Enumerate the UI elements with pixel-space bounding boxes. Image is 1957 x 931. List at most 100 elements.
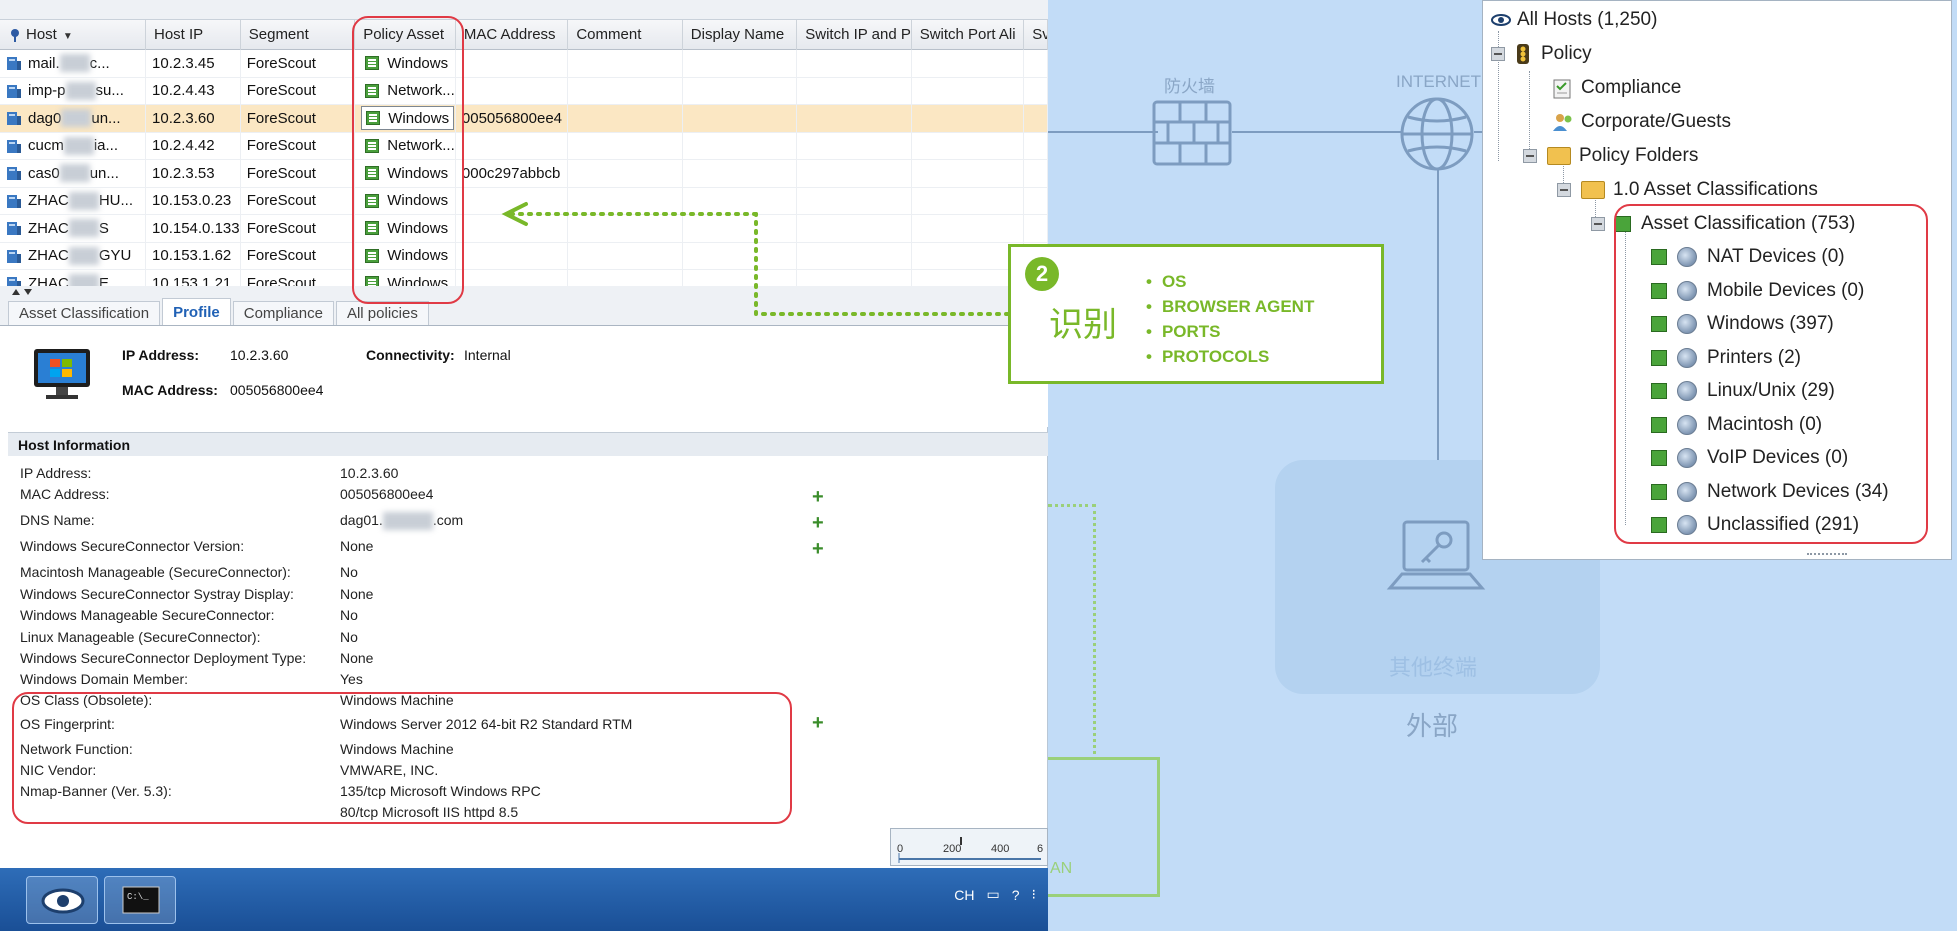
table-row[interactable]: imp-p su... 10.2.4.43 ForeScout Network... xyxy=(0,77,1048,105)
add-dns-icon[interactable]: + xyxy=(812,513,824,533)
column-mac-address[interactable]: MAC Address xyxy=(456,20,569,50)
column-display-name[interactable]: Display Name xyxy=(683,20,798,50)
switch-ip-cell[interactable] xyxy=(797,105,912,132)
taskbar-counteract-button[interactable] xyxy=(26,876,98,924)
tree-asset-classifications-folder[interactable]: 1.0 Asset Classifications xyxy=(1557,179,1818,201)
column-comment[interactable]: Comment xyxy=(568,20,683,50)
segment-cell[interactable]: ForeScout xyxy=(241,50,356,77)
display-name-cell[interactable] xyxy=(683,77,798,104)
help-icon[interactable]: ? xyxy=(1012,887,1020,903)
display-name-cell[interactable] xyxy=(683,160,798,187)
policy-asset-cell[interactable]: Windows xyxy=(355,187,456,214)
host-ip-cell[interactable]: 10.153.0.23 xyxy=(146,187,241,214)
table-row[interactable]: mail. c... 10.2.3.45 ForeScout Windows xyxy=(0,50,1048,78)
keyboard-icon[interactable]: ▭ xyxy=(987,886,1000,903)
mac-cell[interactable]: 005056800ee4 xyxy=(456,105,569,132)
collapse-toggle-icon[interactable] xyxy=(1591,217,1605,231)
policy-asset-cell[interactable]: Network... xyxy=(355,77,456,104)
column-host[interactable]: Host ▼ xyxy=(0,20,146,50)
host-cell[interactable]: ZHAC GYU xyxy=(0,242,147,269)
sv-cell[interactable] xyxy=(1024,215,1048,242)
policy-asset-cell[interactable]: Windows xyxy=(355,270,456,286)
collapse-toggle-icon[interactable] xyxy=(1491,47,1505,61)
tab-all-policies[interactable]: All policies xyxy=(335,301,429,325)
collapse-toggle-icon[interactable] xyxy=(1557,183,1571,197)
collapse-arrows-icon[interactable] xyxy=(10,287,34,297)
sv-cell[interactable] xyxy=(1024,50,1048,77)
sv-cell[interactable] xyxy=(1024,77,1048,104)
host-ip-cell[interactable]: 10.2.4.43 xyxy=(146,77,241,104)
host-ip-cell[interactable]: 10.154.0.133 xyxy=(146,215,241,242)
tree-asset-child[interactable]: Network Devices (34) xyxy=(1651,481,1889,503)
comment-cell[interactable] xyxy=(568,160,683,187)
segment-cell[interactable]: ForeScout xyxy=(241,187,356,214)
host-cell[interactable]: dag0 un... xyxy=(0,105,147,132)
sv-cell[interactable] xyxy=(1024,105,1048,132)
mac-cell[interactable]: 000c297abbcb xyxy=(456,160,569,187)
switch-ip-cell[interactable] xyxy=(797,132,912,159)
tree-asset-child[interactable]: VoIP Devices (0) xyxy=(1651,447,1848,469)
host-ip-cell[interactable]: 10.2.3.60 xyxy=(146,105,241,132)
column-segment[interactable]: Segment xyxy=(241,20,356,50)
column-host-ip[interactable]: Host IP xyxy=(146,20,241,50)
tree-asset-child[interactable]: Linux/Unix (29) xyxy=(1651,380,1835,402)
mac-cell[interactable] xyxy=(456,50,569,77)
column-switch-ip[interactable]: Switch IP and P xyxy=(797,20,912,50)
segment-cell[interactable]: ForeScout xyxy=(241,77,356,104)
comment-cell[interactable] xyxy=(568,77,683,104)
sv-cell[interactable] xyxy=(1024,132,1048,159)
tree-all-hosts[interactable]: All Hosts (1,250) xyxy=(1491,9,1657,31)
display-name-cell[interactable] xyxy=(683,132,798,159)
resize-grip[interactable] xyxy=(1807,553,1847,557)
taskbar-cmd-button[interactable]: C:\_ xyxy=(104,876,176,924)
tree-asset-classification[interactable]: Asset Classification (753) xyxy=(1591,213,1855,235)
host-cell[interactable]: imp-p su... xyxy=(0,77,147,104)
comment-cell[interactable] xyxy=(568,50,683,77)
tree-policy-folders[interactable]: Policy Folders xyxy=(1523,145,1698,167)
host-cell[interactable]: ZHAC E xyxy=(0,270,147,286)
tree-compliance[interactable]: Compliance xyxy=(1551,77,1681,99)
tree-corporate-guests[interactable]: Corporate/Guests xyxy=(1551,111,1731,133)
host-cell[interactable]: cas0 un... xyxy=(0,160,147,187)
table-row[interactable]: dag0 un... 10.2.3.60 ForeScout Windows 005056… xyxy=(0,105,1048,133)
display-name-cell[interactable] xyxy=(683,105,798,132)
tab-asset-classification[interactable]: Asset Classification xyxy=(8,301,161,325)
policy-asset-cell[interactable]: Windows xyxy=(355,215,456,242)
mac-cell[interactable] xyxy=(456,132,569,159)
mac-cell[interactable] xyxy=(456,77,569,104)
switch-port-alias-cell[interactable] xyxy=(912,50,1025,77)
column-switch-port-alias[interactable]: Switch Port Ali xyxy=(912,20,1025,50)
sort-down-icon[interactable]: ▼ xyxy=(63,31,73,42)
policy-asset-cell[interactable]: Windows xyxy=(355,160,456,187)
add-sc-version-icon[interactable]: + xyxy=(812,539,824,559)
tree-asset-child[interactable]: Unclassified (291) xyxy=(1651,514,1859,536)
tab-compliance[interactable]: Compliance xyxy=(232,301,334,325)
host-cell[interactable]: ZHAC HU... xyxy=(0,187,147,214)
segment-cell[interactable]: ForeScout xyxy=(241,242,356,269)
policy-asset-cell[interactable]: Windows xyxy=(355,105,456,132)
switch-ip-cell[interactable] xyxy=(797,160,912,187)
column-policy-asset[interactable]: Policy Asset xyxy=(355,20,456,50)
host-ip-cell[interactable]: 10.2.3.53 xyxy=(146,160,241,187)
add-mac-icon[interactable]: + xyxy=(812,487,824,507)
tree-asset-child[interactable]: Windows (397) xyxy=(1651,313,1834,335)
zoom-scale[interactable]: 0 200 400 6 xyxy=(890,828,1048,866)
host-ip-cell[interactable]: 10.2.4.42 xyxy=(146,132,241,159)
switch-ip-cell[interactable] xyxy=(797,77,912,104)
switch-port-alias-cell[interactable] xyxy=(912,132,1025,159)
comment-cell[interactable] xyxy=(568,105,683,132)
segment-cell[interactable]: ForeScout xyxy=(241,270,356,286)
segment-cell[interactable]: ForeScout xyxy=(241,215,356,242)
host-ip-cell[interactable]: 10.2.3.45 xyxy=(146,50,241,77)
tray-expand-icon[interactable]: ⁝ xyxy=(1032,886,1036,903)
tray-language[interactable]: CH xyxy=(954,887,974,903)
tree-asset-child[interactable]: NAT Devices (0) xyxy=(1651,246,1845,268)
segment-cell[interactable]: ForeScout xyxy=(241,105,356,132)
display-name-cell[interactable] xyxy=(683,50,798,77)
column-sv[interactable]: Sv xyxy=(1024,20,1048,50)
tree-asset-child[interactable]: Mobile Devices (0) xyxy=(1651,280,1864,302)
table-row[interactable]: cas0 un... 10.2.3.53 ForeScout Windows 000c29… xyxy=(0,160,1048,188)
switch-ip-cell[interactable] xyxy=(797,50,912,77)
sv-cell[interactable] xyxy=(1024,160,1048,187)
switch-port-alias-cell[interactable] xyxy=(912,160,1025,187)
